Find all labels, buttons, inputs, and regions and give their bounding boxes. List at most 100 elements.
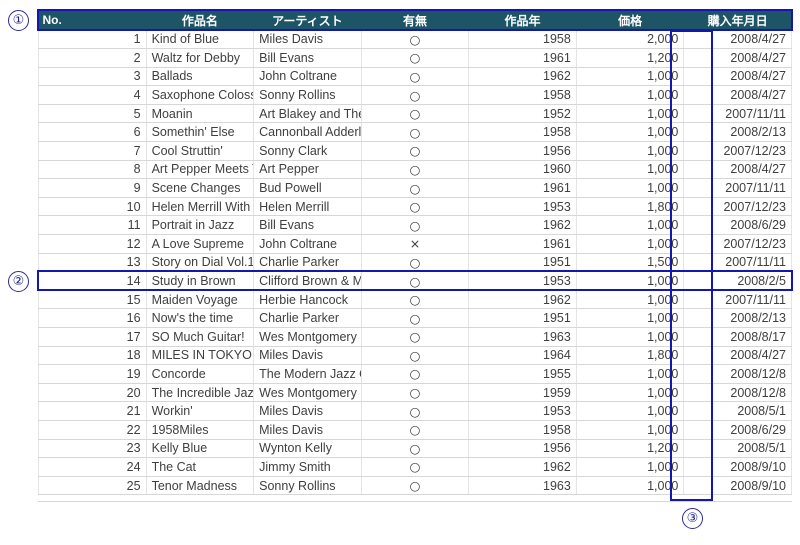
cell-artist[interactable]: Helen Merrill <box>253 197 362 217</box>
cell-artist[interactable]: Bill Evans <box>253 48 362 68</box>
cell-title[interactable]: Somethin' Else <box>146 122 255 143</box>
table-row[interactable]: 22 1958Miles Miles Davis ○ 1958 1,000 2008/6/2… <box>38 420 792 440</box>
cell-price[interactable]: 1,000 <box>576 122 685 143</box>
cell-year[interactable]: 1958 <box>468 122 577 143</box>
cell-artist[interactable]: Miles Davis <box>253 401 362 421</box>
cell-price[interactable]: 1,000 <box>576 85 685 105</box>
cell-have[interactable]: ○ <box>361 401 470 421</box>
cell-no[interactable]: 7 <box>38 141 147 161</box>
cell-no[interactable]: 14 <box>38 271 147 291</box>
cell-no[interactable]: 22 <box>38 420 147 440</box>
cell-no[interactable]: 18 <box>38 346 147 366</box>
cell-have[interactable]: × <box>361 234 470 254</box>
cell-price[interactable]: 1,800 <box>576 197 685 217</box>
cell-year[interactable]: 1952 <box>468 104 577 124</box>
cell-price[interactable]: 1,000 <box>576 104 685 124</box>
cell-no[interactable]: 6 <box>38 122 147 143</box>
cell-year[interactable]: 1963 <box>468 327 577 347</box>
cell-no[interactable]: 20 <box>38 383 147 403</box>
column-header-have[interactable]: 有無 <box>361 10 470 30</box>
cell-artist[interactable]: Herbie Hancock <box>253 290 362 310</box>
cell-year[interactable]: 1961 <box>468 178 577 198</box>
cell-title[interactable]: 1958Miles <box>146 420 255 440</box>
table-row[interactable]: 5MoaninArt Blakey and The Jazz Messenger… <box>38 104 792 124</box>
cell-no[interactable]: 12 <box>38 234 147 254</box>
table-row[interactable]: 2 Waltz for Debby Bill Evans ○ 1961 1,200 2008… <box>38 48 792 68</box>
cell-title[interactable]: Saxophone Colossus <box>146 85 255 105</box>
cell-artist[interactable]: Sonny Rollins <box>253 476 362 496</box>
cell-have[interactable]: ○ <box>361 141 470 161</box>
cell-artist[interactable]: Bill Evans <box>253 215 362 236</box>
cell-date[interactable]: 2008/4/27 <box>683 48 792 68</box>
cell-no[interactable]: 1 <box>38 30 147 50</box>
cell-no[interactable]: 15 <box>38 290 147 310</box>
cell-date[interactable]: 2008/9/10 <box>683 476 792 496</box>
cell-have[interactable]: ○ <box>361 420 470 440</box>
table-row[interactable]: 7 Cool Struttin' Sonny Clark ○ 1956 1,000 2007… <box>38 141 792 161</box>
table-row[interactable]: 6Somethin' ElseCannonball Adderley○19581… <box>38 122 792 143</box>
cell-artist[interactable]: Miles Davis <box>253 420 362 440</box>
cell-year[interactable]: 1958 <box>468 30 577 50</box>
cell-price[interactable]: 1,000 <box>576 178 685 198</box>
cell-date[interactable]: 2008/8/17 <box>683 327 792 347</box>
cell-date[interactable]: 2008/2/13 <box>683 308 792 328</box>
cell-artist[interactable]: Bud Powell <box>253 178 362 198</box>
cell-title[interactable]: Now's the time <box>146 308 255 328</box>
cell-have[interactable]: ○ <box>361 271 470 291</box>
cell-year[interactable]: 1962 <box>468 290 577 310</box>
cell-have[interactable]: ○ <box>361 104 470 124</box>
cell-year[interactable]: 1958 <box>468 420 577 440</box>
cell-price[interactable]: 1,800 <box>576 346 685 366</box>
column-header-no[interactable]: No. <box>38 10 147 30</box>
table-row[interactable]: 20The Incredible Jazz GuitarWes Montgome… <box>38 383 792 403</box>
cell-artist[interactable]: Jimmy Smith <box>253 457 362 477</box>
cell-date[interactable]: 2007/12/23 <box>683 141 792 161</box>
cell-title[interactable]: Art Pepper Meets The Rhythm Section <box>146 160 255 180</box>
cell-year[interactable]: 1951 <box>468 253 577 273</box>
cell-price[interactable]: 1,200 <box>576 48 685 68</box>
cell-price[interactable]: 1,200 <box>576 439 685 459</box>
table-row[interactable]: 19ConcordeThe Modern Jazz Quartet○19551,… <box>38 364 792 384</box>
cell-date[interactable]: 2008/4/27 <box>683 30 792 50</box>
cell-no[interactable]: 9 <box>38 178 147 198</box>
cell-price[interactable]: 1,000 <box>576 420 685 440</box>
cell-no[interactable]: 5 <box>38 104 147 124</box>
table-row[interactable]: 17 SO Much Guitar! Wes Montgomery ○ 1963 1,00… <box>38 327 792 347</box>
cell-price[interactable]: 1,500 <box>576 253 685 273</box>
cell-no[interactable]: 13 <box>38 253 147 273</box>
cell-artist[interactable]: The Modern Jazz Quartet <box>253 364 362 384</box>
cell-title[interactable]: Waltz for Debby <box>146 48 255 68</box>
cell-title[interactable]: Tenor Madness <box>146 476 255 496</box>
cell-price[interactable]: 1,000 <box>576 271 685 291</box>
cell-date[interactable]: 2007/12/23 <box>683 234 792 254</box>
cell-have[interactable]: ○ <box>361 30 470 50</box>
cell-year[interactable]: 1959 <box>468 383 577 403</box>
table-row[interactable]: 11 Portrait in Jazz Bill Evans ○ 1962 1,000 20… <box>38 215 792 236</box>
cell-title[interactable]: Workin' <box>146 401 255 421</box>
cell-title[interactable]: A Love Supreme <box>146 234 255 254</box>
table-row[interactable]: 13 Story on Dial Vol.1 Charlie Parker ○ 1951… <box>38 253 792 273</box>
cell-have[interactable]: ○ <box>361 122 470 143</box>
cell-no[interactable]: 4 <box>38 85 147 105</box>
cell-price[interactable]: 1,000 <box>576 364 685 384</box>
column-header-title[interactable]: 作品名 <box>146 10 255 30</box>
cell-no[interactable]: 16 <box>38 308 147 328</box>
cell-no[interactable]: 8 <box>38 160 147 180</box>
cell-date[interactable]: 2008/12/8 <box>683 364 792 384</box>
cell-artist[interactable]: Art Pepper <box>253 160 362 180</box>
cell-price[interactable]: 1,000 <box>576 160 685 180</box>
column-header-year[interactable]: 作品年 <box>468 10 577 30</box>
cell-title[interactable]: Moanin <box>146 104 255 124</box>
cell-year[interactable]: 1955 <box>468 364 577 384</box>
cell-have[interactable]: ○ <box>361 67 470 87</box>
cell-title[interactable]: Kind of Blue <box>146 30 255 50</box>
cell-price[interactable]: 1,000 <box>576 215 685 236</box>
cell-title[interactable]: Maiden Voyage <box>146 290 255 310</box>
cell-date[interactable]: 2008/4/27 <box>683 160 792 180</box>
cell-no[interactable]: 19 <box>38 364 147 384</box>
cell-date[interactable]: 2008/4/27 <box>683 85 792 105</box>
cell-have[interactable]: ○ <box>361 383 470 403</box>
cell-price[interactable]: 1,000 <box>576 234 685 254</box>
cell-price[interactable]: 1,000 <box>576 327 685 347</box>
cell-price[interactable]: 1,000 <box>576 401 685 421</box>
